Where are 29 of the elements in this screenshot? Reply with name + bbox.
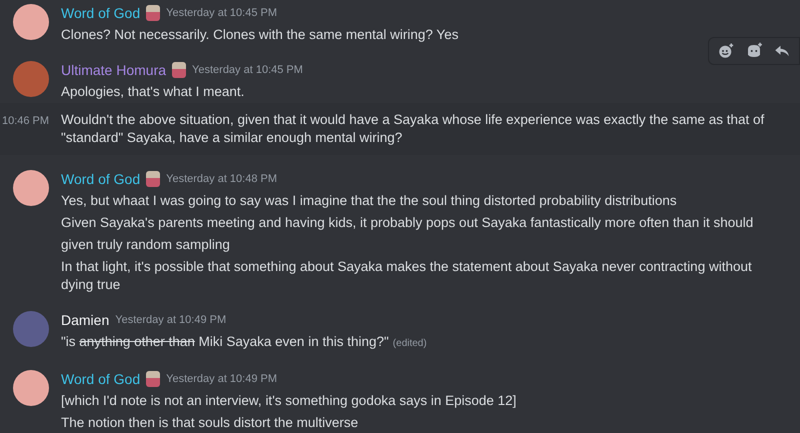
author-name[interactable]: Word of God	[61, 2, 140, 24]
timestamp: Yesterday at 10:48 PM	[166, 172, 278, 187]
strikethrough-text: anything other than	[79, 334, 195, 349]
avatar[interactable]	[12, 170, 48, 206]
message-text: Miki Sayaka even in this thing?"	[198, 334, 389, 349]
super-reaction-icon[interactable]	[745, 42, 763, 60]
avatar[interactable]	[12, 370, 48, 406]
timestamp: Yesterday at 10:45 PM	[166, 6, 278, 21]
hover-timestamp: 10:46 PM	[2, 114, 50, 129]
message-text: Clones? Not necessarily. Clones with the same mental wiring? Yes	[61, 27, 458, 42]
message-text: Apologies, that's what I meant.	[61, 84, 244, 99]
message-text: given truly random sampling	[61, 237, 230, 252]
author-name[interactable]: Word of God	[61, 368, 140, 390]
timestamp: Yesterday at 10:49 PM	[115, 312, 226, 328]
message-text: "is	[61, 334, 77, 349]
edited-label: (edited)	[392, 338, 427, 349]
avatar[interactable]	[12, 4, 48, 40]
message-text: Wouldn't the above situation, given that it would have a Sayaka whose life experience was exactly the same as that of "standard" Sayaka, have a similar enough mental wiring?	[61, 112, 764, 145]
message-text: The notion then is that souls distort the multiverse	[61, 415, 358, 430]
message-text: Given Sayaka's parents meeting and having kids, it probably pops out Sayaka fantastically more often than it should	[61, 215, 754, 230]
message-text: Yes, but whaat I was going to say was I imagine that the the soul thing distorted probability distributions	[61, 193, 677, 208]
timestamp: Yesterday at 10:45 PM	[192, 62, 303, 78]
message-text: In that light, it's possible that something about Sayaka makes the statement about Sayaka never contracting without dying true	[61, 259, 752, 292]
add-reaction-icon[interactable]	[717, 42, 735, 60]
author-name[interactable]: Ultimate Homura	[61, 60, 166, 80]
timestamp: Yesterday at 10:49 PM	[166, 372, 278, 387]
message-text: [which I'd note is not an interview, it's something godoka says in Episode 12]	[61, 393, 516, 408]
author-name[interactable]: Word of God	[61, 168, 140, 190]
author-name[interactable]: Damien	[61, 310, 110, 330]
